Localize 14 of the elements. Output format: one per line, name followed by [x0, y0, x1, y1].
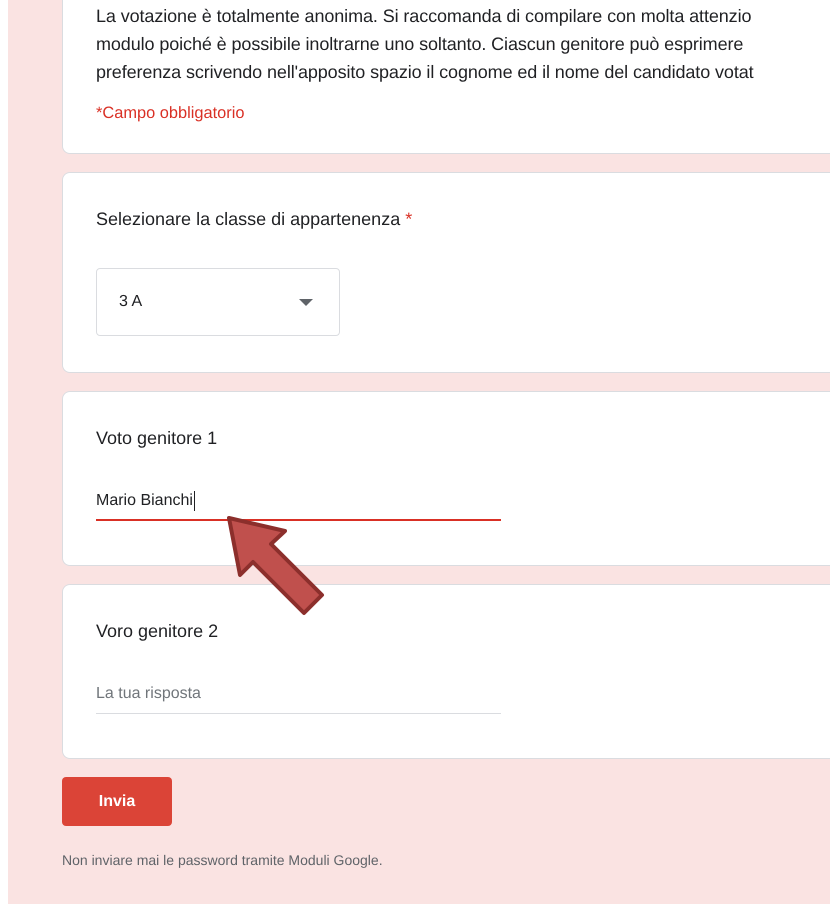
description-text: La votazione è totalmente anonima. Si raccomanda di compilare con molta attenzio — [96, 5, 752, 28]
description-text: preferenza scrivendo nell'apposito spazio il cognome ed il nome del candidato votat — [96, 61, 755, 84]
dropdown-caret-icon — [299, 298, 313, 306]
question-title: Selezionare la classe di appartenenza — [96, 209, 400, 230]
description-text: modulo poiché è possibile inoltrarne uno soltanto. Ciascun genitore può esprimere — [96, 33, 744, 56]
required-asterisk: * — [405, 209, 412, 229]
question-title: Voro genitore 2 — [96, 621, 218, 642]
answer-field[interactable]: La tua risposta — [96, 682, 501, 714]
footer-note: Non inviare mai le password tramite Moduli Google. — [62, 852, 384, 868]
submit-button[interactable]: Invia — [62, 777, 172, 826]
text-cursor — [194, 491, 195, 511]
required-note: *Campo obbligatorio — [96, 104, 246, 123]
question-title: Voto genitore 1 — [96, 428, 218, 449]
class-dropdown[interactable]: 3 A — [96, 268, 340, 336]
